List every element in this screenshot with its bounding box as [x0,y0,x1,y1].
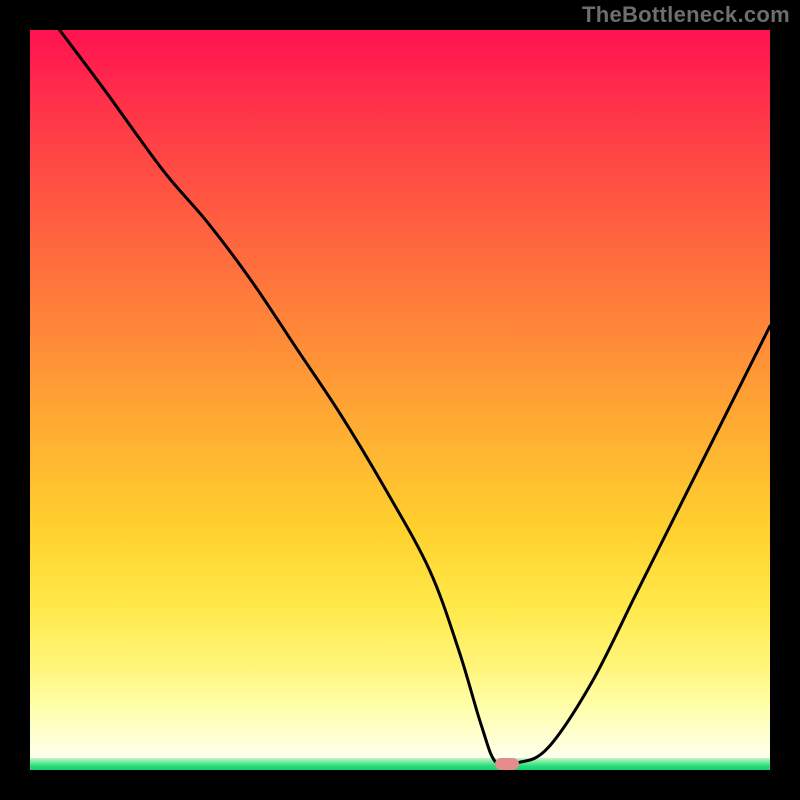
plot-area [30,30,770,770]
chart-stage: TheBottleneck.com [0,0,800,800]
watermark-text: TheBottleneck.com [582,2,790,28]
bottleneck-curve [60,30,770,766]
optimal-marker [495,758,519,770]
curve-svg [30,30,770,770]
